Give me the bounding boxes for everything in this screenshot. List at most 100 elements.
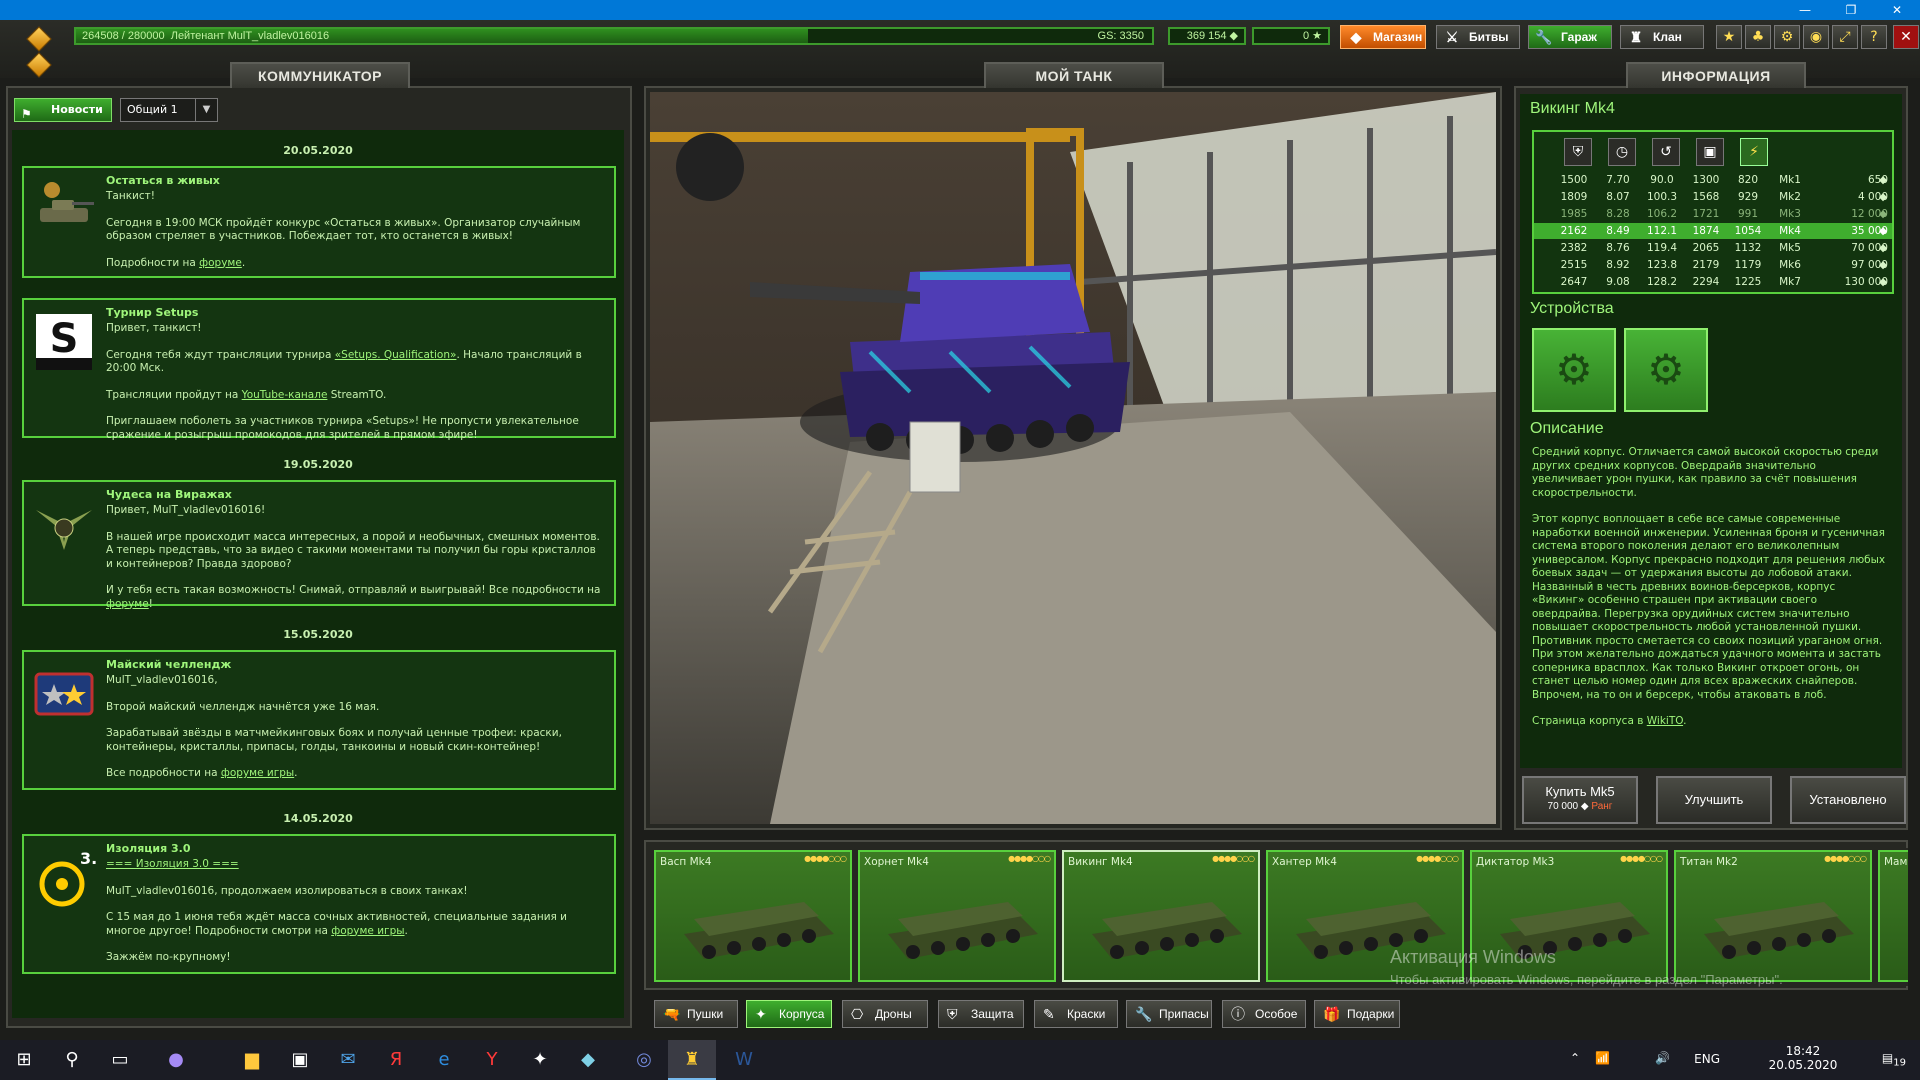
special-icon: ⓘ [1231, 1006, 1245, 1022]
stat-value: Mk6 [1779, 259, 1801, 271]
notifications-icon[interactable]: ▤19 [1882, 1051, 1906, 1068]
forum-link[interactable]: форуме игры [331, 925, 404, 937]
minimize-icon[interactable]: — [1782, 0, 1828, 20]
device-slot-1[interactable]: ⚙ [1532, 328, 1616, 412]
garage-item[interactable]: Мамо●●●●○○○ [1878, 850, 1908, 982]
stat-value: 7.70 [1606, 174, 1630, 186]
language-indicator[interactable]: ENG [1694, 1052, 1720, 1066]
youtube-link[interactable]: YouTube-канале [242, 389, 328, 401]
channel-select[interactable]: Общий 1 ▼ [120, 98, 218, 122]
category-tab-cannons[interactable]: 🔫 Пушки [654, 1000, 738, 1028]
stat-value: 820 [1737, 174, 1759, 186]
search-icon[interactable]: ⚲ [48, 1040, 96, 1080]
cortana-icon[interactable]: ● [152, 1040, 200, 1080]
tank-thumbnail-icon [40, 182, 94, 222]
friends-icon[interactable]: ♣ [1745, 25, 1771, 49]
close-window-icon[interactable]: ✕ [1874, 0, 1920, 20]
edge-icon[interactable]: e [420, 1040, 468, 1080]
category-tab-gifts[interactable]: 🎁 Подарки [1314, 1000, 1400, 1028]
file-explorer-icon[interactable]: ▆ [228, 1040, 276, 1080]
device-slot-2[interactable]: ⚙ [1624, 328, 1708, 412]
stat-value: 2294 [1692, 276, 1720, 288]
stat-value: 991 [1737, 208, 1759, 220]
news-body: Привет, танкист! Сегодня тебя ждут транс… [106, 322, 582, 441]
svg-text:3.0: 3.0 [80, 849, 96, 868]
stat-row: 2382 8.76 119.4 2065 1132 Mk5 70 000 ◆ [1534, 240, 1892, 256]
rank-icon [26, 26, 52, 78]
garage-item-name: Васп Mk4 [660, 856, 712, 868]
news-item: Чудеса на Виражах Привет, MulT_vladlev01… [22, 480, 616, 610]
star-icon[interactable]: ★ [1716, 25, 1742, 49]
clock[interactable]: 18:42 20.05.2020 [1758, 1044, 1848, 1072]
forum-link[interactable]: форуме игры [221, 767, 294, 779]
tanki-online-icon[interactable]: ♜ [668, 1040, 716, 1080]
my-tank-tab: МОЙ ТАНК [984, 62, 1164, 88]
fullscreen-icon[interactable]: ⤢ [1832, 25, 1858, 49]
restore-icon[interactable]: ❐ [1828, 0, 1874, 20]
upgrade-button[interactable]: Улучшить [1656, 776, 1772, 824]
isolation-link[interactable]: === Изоляция 3.0 === [106, 858, 239, 870]
window-title-bar: — ❐ ✕ [0, 0, 1920, 20]
network-icon[interactable]: 📶 [1595, 1051, 1610, 1065]
paints-icon: ✎ [1043, 1006, 1055, 1022]
garage-item-list[interactable]: Васп Mk4 ●●●●○○○ Хорнет Mk4 ●●●●○○○ Викинг M… [650, 848, 1908, 986]
news-item: S Турнир Setups Привет, танкист! Сегодня… [22, 298, 616, 441]
news-item: Майский челлендж MulT_vladlev016016, Вто… [22, 650, 616, 790]
category-tab-special[interactable]: ⓘ Особое [1222, 1000, 1306, 1028]
stat-value: 90.0 [1650, 174, 1674, 186]
volume-icon[interactable]: 🔊 [1655, 1051, 1670, 1065]
clan-button[interactable]: ♜ Клан [1620, 25, 1704, 49]
news-title: Остаться в живых [106, 174, 220, 187]
tank-preview[interactable] [650, 92, 1496, 824]
garage-item[interactable]: Титан Mk2 ●●●●○○○ [1674, 850, 1872, 982]
battles-button[interactable]: ⚔ Битвы [1436, 25, 1520, 49]
shop-button[interactable]: ◆ Магазин [1340, 25, 1426, 49]
task-view-icon[interactable]: ▭ [96, 1040, 144, 1080]
tool-icon[interactable]: ◆ [564, 1040, 612, 1080]
installed-button[interactable]: Установлено [1790, 776, 1906, 824]
category-tab-drones[interactable]: ⎔ Дроны [842, 1000, 928, 1028]
garage-item[interactable]: Хорнет Mk4 ●●●●○○○ [858, 850, 1056, 982]
garage-item[interactable]: Васп Mk4 ●●●●○○○ [654, 850, 852, 982]
yandex-icon[interactable]: Я [372, 1040, 420, 1080]
news-filter-button[interactable]: ⚑ Новости [14, 98, 112, 122]
crystal-icon: ◆ [1878, 191, 1888, 203]
garage-item-name: Мамо [1884, 856, 1908, 868]
help-icon[interactable]: ? [1861, 25, 1887, 49]
settings-icon[interactable]: ⚙ [1774, 25, 1800, 49]
discord-icon[interactable]: ◎ [620, 1040, 668, 1080]
setups-link[interactable]: «Setups. Qualification» [335, 349, 457, 361]
stat-value: 1809 [1560, 191, 1588, 203]
news-title: Турнир Setups [106, 306, 199, 319]
category-tab-hulls[interactable]: ✦ Корпуса [746, 1000, 832, 1028]
crystal-icon: ◆ [1878, 259, 1888, 271]
sound-icon[interactable]: ◉ [1803, 25, 1829, 49]
experience-text: 264508 / 280000 Лейтенант MulT_vladlev01… [82, 30, 330, 42]
stat-value: 128.2 [1646, 276, 1678, 288]
setups-logo-icon: S [36, 314, 92, 370]
category-tab-protection[interactable]: ⛨ Защита [938, 1000, 1024, 1028]
garage-item[interactable]: Викинг Mk4 ●●●●○○○ [1062, 850, 1260, 982]
store-icon[interactable]: ▣ [276, 1040, 324, 1080]
forum-link[interactable]: форуме [199, 257, 242, 269]
news-list[interactable]: 20.05.2020 Остаться в живых Танкист! Сег… [12, 130, 624, 1018]
garage-scene [650, 92, 1496, 824]
buy-next-button[interactable]: Купить Mk5 70 000 ◆ Ранг [1522, 776, 1638, 824]
yandex-browser-icon[interactable]: Y [468, 1040, 516, 1080]
category-tab-supplies[interactable]: 🔧 Припасы [1126, 1000, 1212, 1028]
category-tab-paints[interactable]: ✎ Краски [1034, 1000, 1118, 1028]
activation-watermark-text: Чтобы активировать Windows, перейдите в … [1390, 972, 1783, 987]
forum-link[interactable]: форуме [106, 598, 149, 610]
news-body: MulT_vladlev016016, Второй майский челле… [106, 674, 562, 779]
garage-button[interactable]: 🔧 Гараж [1528, 25, 1612, 49]
stats-table: ⛨ ◷ ↺ ▣ ⚡ 1500 7.70 90.0 1300 820 Mk1 650 ◆ 1809… [1532, 130, 1894, 294]
app-icon[interactable]: ✦ [516, 1040, 564, 1080]
wiki-link[interactable]: WikiTO [1647, 715, 1683, 727]
mail-icon[interactable]: ✉ [324, 1040, 372, 1080]
word-icon[interactable]: W [720, 1040, 768, 1080]
exit-icon[interactable]: ✕ [1893, 25, 1919, 49]
start-icon[interactable]: ⊞ [0, 1040, 48, 1080]
information-tab: ИНФОРМАЦИЯ [1626, 62, 1806, 88]
chevron-up-icon[interactable]: ⌃ [1570, 1051, 1580, 1065]
stat-row: 2515 8.92 123.8 2179 1179 Mk6 97 000 ◆ [1534, 257, 1892, 273]
